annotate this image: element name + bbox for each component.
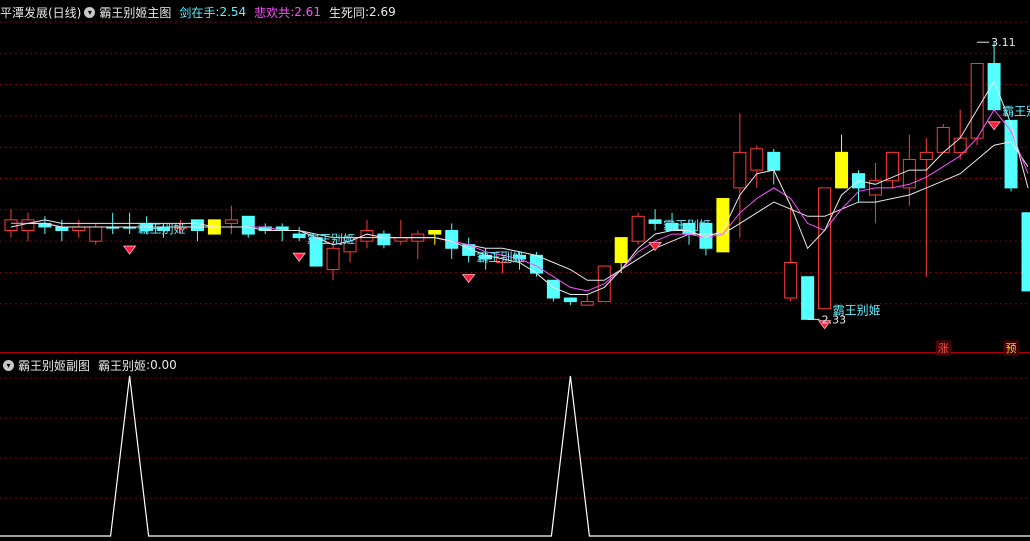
candle-body[interactable] <box>1021 212 1030 292</box>
signal-diamond-icon <box>292 252 306 262</box>
candle-body[interactable] <box>292 233 306 239</box>
candle-body[interactable] <box>190 219 204 232</box>
candle-body[interactable] <box>750 148 764 171</box>
candle-body[interactable] <box>614 237 628 263</box>
candle-body[interactable] <box>21 219 35 232</box>
signal-label: 霸王别姬 <box>1002 105 1030 119</box>
candle-body[interactable] <box>835 151 849 189</box>
candle-body[interactable] <box>767 151 781 171</box>
candle-body[interactable] <box>241 215 255 235</box>
signal-label: 霸王别姬 <box>138 222 186 236</box>
candle-body[interactable] <box>631 215 645 242</box>
low-price-label: 2.33 <box>822 313 847 326</box>
candle-body[interactable] <box>784 261 798 299</box>
sub-signal-line <box>0 375 1030 537</box>
candle-body[interactable] <box>733 151 747 189</box>
candle-body[interactable] <box>326 247 340 271</box>
badge-zhang: 涨 <box>938 342 949 355</box>
candle-body[interactable] <box>377 233 391 246</box>
candle-body[interactable] <box>919 151 933 160</box>
kline-chart[interactable]: 霸王别姬霸王别姬霸王别姬霸王别姬霸王别姬霸王别姬3.112.33涨预 <box>0 0 1030 541</box>
candle-body[interactable] <box>4 219 18 232</box>
candle-body[interactable] <box>394 237 408 242</box>
signal-diamond-icon <box>122 245 137 255</box>
candle-body[interactable] <box>224 219 238 224</box>
signal-label: 霸王别姬 <box>307 233 355 247</box>
candle-body[interactable] <box>445 230 459 249</box>
candle-body[interactable] <box>885 151 899 182</box>
candle-body[interactable] <box>563 297 577 303</box>
high-price-label: 3.11 <box>991 36 1016 49</box>
candle-body[interactable] <box>818 187 832 310</box>
candle-body[interactable] <box>648 219 662 224</box>
signal-diamond-icon <box>461 274 476 284</box>
candle-body[interactable] <box>970 63 984 139</box>
candle-body[interactable] <box>801 276 815 320</box>
candle-body[interactable] <box>902 158 916 189</box>
signal-diamond-icon <box>987 121 1001 131</box>
badge-yu: 预 <box>1006 342 1017 355</box>
candle-body[interactable] <box>716 198 730 253</box>
candle-body[interactable] <box>987 63 1001 111</box>
signal-label: 霸王别姬 <box>663 218 711 232</box>
candle-body[interactable] <box>428 230 442 235</box>
candle-body[interactable] <box>580 301 594 306</box>
candle-body[interactable] <box>953 137 967 153</box>
candle-body[interactable] <box>89 226 103 242</box>
signal-label: 霸王别姬 <box>477 250 525 264</box>
